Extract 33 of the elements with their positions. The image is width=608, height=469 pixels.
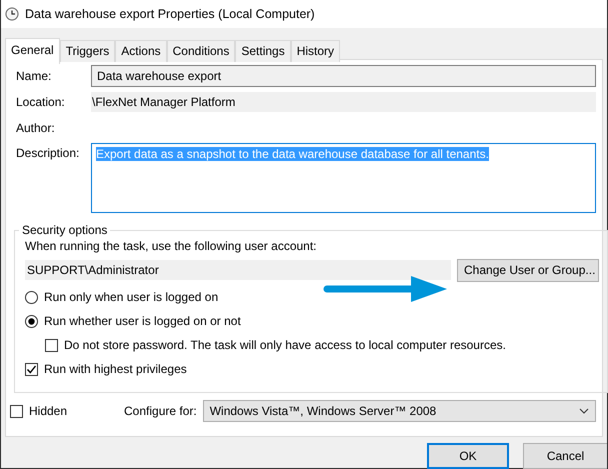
option-label: Do not store password. The task will only have access to local computer resources. [64,338,506,352]
window-title: Data warehouse export Properties (Local Computer) [25,7,315,21]
dialog-button[interactable]: Cancel [523,443,607,469]
dialog-button[interactable]: OK [427,443,509,469]
option-label: Run whether user is logged on or not [44,314,241,328]
group-title: Security options [21,223,108,237]
tab[interactable]: Actions [115,40,167,62]
account-prompt: When running the task, use the following user account: [25,239,318,255]
configure-dropdown[interactable]: Windows Vista™, Windows Server™ 2008 [202,400,596,422]
name-field[interactable]: Data warehouse export [91,65,596,87]
clock-icon [5,7,19,21]
field-label: Description: [15,145,80,160]
field-label: Name: [15,69,52,83]
option-label: Hidden [29,404,68,418]
location-field: \FlexNet Manager Platform [91,92,596,112]
tab[interactable]: History [290,40,340,62]
option-label: Run with highest privileges [44,362,187,376]
tab[interactable]: Conditions [166,40,236,62]
radio-button[interactable] [25,290,38,304]
user-account-field: SUPPORT\Administrator [25,260,451,280]
tab[interactable]: Settings [235,40,291,62]
configure-label: Configure for: [124,404,197,418]
checkbox[interactable] [45,338,58,352]
tab[interactable]: Triggers [60,40,116,62]
checkbox[interactable] [10,404,23,418]
option-label: Run only when user is logged on [44,290,218,304]
change-user-button[interactable]: Change User or Group... [457,258,599,282]
checkbox[interactable] [25,362,38,376]
field-label: Location: [15,95,66,109]
field-label: Author: [15,121,56,135]
tab[interactable]: General [5,38,60,64]
chevron-down-icon [579,408,589,414]
radio-button[interactable] [25,314,38,328]
